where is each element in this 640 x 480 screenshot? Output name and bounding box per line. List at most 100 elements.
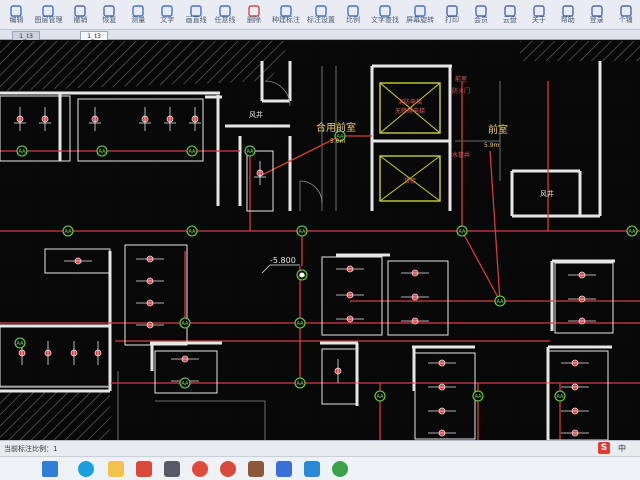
toolbar-undo-button[interactable]: 撤销: [66, 0, 95, 30]
edge-browser-icon[interactable]: [78, 461, 94, 477]
small-label-3: 水管井: [452, 151, 470, 159]
elevator-2-label: 货梯: [404, 177, 416, 185]
front-room-label: 前室: [488, 123, 508, 136]
undo-icon: [73, 2, 87, 17]
toolbar-measure-button[interactable]: 测量: [124, 0, 153, 30]
toolbar-label: 编辑: [9, 16, 24, 24]
toolbar-label: 关于: [531, 16, 546, 24]
annotation-settings-icon: [314, 2, 328, 17]
toolbar-label: 删除: [246, 16, 261, 24]
aa-node-label: AA: [475, 394, 483, 400]
start-button-icon[interactable]: [42, 461, 58, 477]
toolbar-label: 文字: [160, 16, 175, 24]
aa-node-label: AA: [189, 149, 197, 155]
toolbar-user-button[interactable]: 个铺: [611, 0, 640, 30]
layers-icon: [41, 2, 55, 17]
toolbar-label: 撤销: [73, 16, 88, 24]
cad-viewer-window: 编辑 图层管理 撤销 恢复 测量 文字 画直线 任意线 删除 种建标注 标注设置 比例 文字查找 屏幕旋转…: [0, 0, 640, 480]
aa-node-label: AA: [297, 321, 305, 327]
app-icon-3[interactable]: [220, 461, 236, 477]
toolbar-label: 标注设置: [307, 16, 336, 24]
toolbar-label: 文字查找: [371, 16, 400, 24]
ime-language[interactable]: 中: [618, 443, 626, 454]
text-icon: [160, 2, 174, 17]
app-icon-2[interactable]: [192, 461, 208, 477]
aa-node-label: AA: [557, 394, 565, 400]
toolbar-label: 比例: [346, 16, 361, 24]
toolbar-cloud-button[interactable]: 云盘: [495, 0, 524, 30]
cad-viewer-task-icon[interactable]: [304, 461, 320, 477]
area-label-2: 5.9m: [484, 142, 500, 149]
aa-node-label: AA: [247, 149, 255, 155]
toolbar-label: 图层管理: [34, 16, 63, 24]
small-label-2: 防火门: [452, 87, 470, 95]
toolbar-label: 个铺: [618, 16, 633, 24]
wechat-icon[interactable]: [332, 461, 348, 477]
toolbar-text-search-button[interactable]: 文字查找: [367, 0, 402, 30]
taskbar: [0, 456, 640, 480]
toolbar-delete-button[interactable]: 删除: [240, 0, 269, 30]
toolbar-label: 打印: [445, 16, 460, 24]
toolbar-label: 屏幕旋转: [406, 16, 435, 24]
edit-icon: [9, 2, 23, 17]
toolbar-layers-button[interactable]: 图层管理: [31, 0, 66, 30]
toolbar-print-button[interactable]: 打印: [438, 0, 467, 30]
redo-icon: [102, 2, 116, 17]
aa-node-label: AA: [189, 229, 197, 235]
aa-node-label: AA: [182, 381, 190, 387]
toolbar-edit-button[interactable]: 编辑: [2, 0, 31, 30]
toolbar-annotate-button[interactable]: 种建标注: [268, 0, 303, 30]
document-tab-bar: 1_t3 1_t3: [0, 30, 640, 40]
toolbar-freehand-button[interactable]: 任意线: [211, 0, 240, 30]
wind-shaft-2-label: 风井: [540, 189, 554, 198]
toolbar-scale-button[interactable]: 比例: [339, 0, 368, 30]
ime-badge-icon[interactable]: S: [598, 442, 610, 454]
aa-node-label: AA: [19, 149, 27, 155]
app-icon-5[interactable]: [276, 461, 292, 477]
delete-icon: [247, 2, 261, 17]
aa-node-label: AA: [297, 381, 305, 387]
tab-drawing-2[interactable]: 1_t3: [80, 31, 109, 40]
toolbar-redo-button[interactable]: 恢复: [95, 0, 124, 30]
annotation-scale-status: 当前标注比例：1: [4, 445, 58, 453]
aa-node-label: AA: [17, 341, 25, 347]
freehand-icon: [218, 2, 232, 17]
about-icon: [532, 2, 546, 17]
calculator-icon[interactable]: [164, 461, 180, 477]
app-icon-4[interactable]: [248, 461, 264, 477]
toolbar-label: 登录: [589, 16, 604, 24]
toolbar-label: 画直线: [185, 16, 207, 24]
aa-node-label: AA: [459, 229, 467, 235]
toolbar-line-button[interactable]: 画直线: [182, 0, 211, 30]
toolbar-about-button[interactable]: 关于: [524, 0, 553, 30]
toolbar-label: 云盘: [502, 16, 517, 24]
drawing-canvas[interactable]: 消防电梯 无障碍电梯 货梯 AA AA AA AA AA AA AA AA AA…: [0, 41, 640, 440]
toolbar-vip-button[interactable]: 会员: [467, 0, 496, 30]
rotate-icon: [413, 2, 427, 17]
app-icon-1[interactable]: [136, 461, 152, 477]
status-bar: 当前标注比例：1 S 中: [0, 440, 640, 456]
toolbar-help-button[interactable]: 帮助: [553, 0, 582, 30]
elevator-1-label: 消防电梯: [398, 98, 422, 106]
login-icon: [590, 2, 604, 17]
toolbar-label: 测量: [131, 16, 146, 24]
toolbar-annotation-settings-button[interactable]: 标注设置: [304, 0, 339, 30]
toolbar-text-button[interactable]: 文字: [153, 0, 182, 30]
toolbar-login-button[interactable]: 登录: [582, 0, 611, 30]
file-explorer-icon[interactable]: [108, 461, 124, 477]
aa-node-label: AA: [497, 299, 505, 305]
svg-text:无障碍电梯: 无障碍电梯: [395, 107, 425, 115]
elevation-label: -5.800: [270, 256, 296, 265]
area-label-1: 5.0m: [330, 138, 346, 145]
line-icon: [189, 2, 203, 17]
print-icon: [445, 2, 459, 17]
cloud-icon: [503, 2, 517, 17]
aa-node-label: AA: [65, 229, 73, 235]
aa-node-label: AA: [299, 229, 307, 235]
aa-node-label: AA: [99, 149, 107, 155]
toolbar-rotate-button[interactable]: 屏幕旋转: [403, 0, 438, 30]
wind-shaft-1-label: 风井: [249, 110, 263, 119]
aa-node-label: AA: [182, 321, 190, 327]
small-label-1: 前室: [455, 75, 467, 83]
tab-drawing-1[interactable]: 1_t3: [12, 31, 41, 40]
